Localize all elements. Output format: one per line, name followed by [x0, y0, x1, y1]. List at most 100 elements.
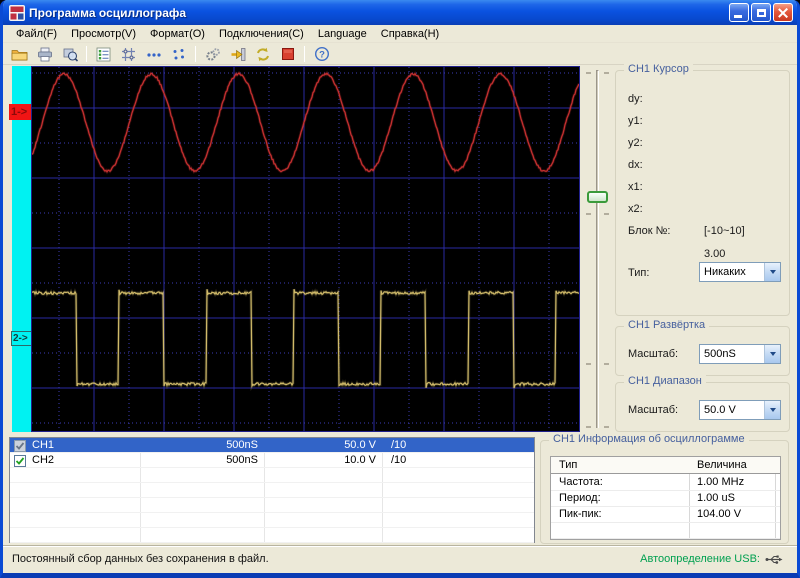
info-empty-row: [551, 523, 780, 539]
info-col-value: Величина: [697, 459, 747, 471]
slider-tick: [604, 72, 609, 74]
ch1-info-panel: CH1 Информация об осциллограмме Тип Вели…: [540, 440, 789, 544]
info-label: Пик-пик:: [559, 508, 602, 520]
slider-tick: [586, 426, 591, 428]
ch1-cursor-title: CH1 Курсор: [624, 63, 693, 75]
ch1-position-marker[interactable]: 1->: [9, 104, 31, 120]
vertical-position-slider[interactable]: [581, 66, 614, 432]
channel-sweep: 500nS: [150, 439, 258, 451]
slider-tick: [604, 426, 609, 428]
info-row-frequency: Частота: 1.00 MHz: [551, 475, 780, 491]
table-empty-row: [10, 528, 534, 543]
table-row-ch2[interactable]: CH2 500nS 10.0 V /10: [10, 453, 534, 468]
channel-name: CH2: [32, 454, 54, 466]
svg-text:?: ?: [319, 49, 325, 60]
grid-icon: [121, 47, 136, 62]
open-folder-icon: [11, 47, 28, 62]
cursor-x2-label: x2:: [628, 203, 643, 215]
table-empty-row: [10, 498, 534, 513]
cursor-y2-label: y2:: [628, 137, 643, 149]
sweep-scale-dropdown[interactable]: 500nS: [699, 344, 781, 364]
print-icon: [37, 47, 53, 62]
slider-tick: [586, 72, 591, 74]
channels-table: CH1 500nS 50.0 V /10 CH2 500nS 10.0 V /1…: [9, 437, 535, 543]
close-icon: [778, 8, 788, 18]
cursor-type-value: Никаких: [700, 263, 764, 281]
stop-button[interactable]: [276, 45, 299, 64]
toolbar: ?: [3, 44, 797, 65]
slider-tick: [586, 213, 591, 215]
channel-list-button[interactable]: [92, 45, 115, 64]
checklist-icon: [96, 47, 111, 62]
window-title: Программа осциллографа: [29, 6, 729, 20]
print-button[interactable]: [33, 45, 56, 64]
menu-item-file[interactable]: Файл(F): [9, 26, 64, 42]
chevron-down-icon: [770, 270, 776, 274]
slider-thumb[interactable]: [587, 191, 608, 203]
ch1-sweep-panel: CH1 Развёртка Масштаб: 500nS: [615, 326, 790, 376]
table-empty-row: [10, 468, 534, 483]
title-bar: Программа осциллографа: [3, 0, 797, 25]
channel-range: 10.0 V: [268, 454, 376, 466]
range-scale-value: 50.0 V: [700, 401, 764, 419]
help-button[interactable]: ?: [310, 45, 333, 64]
ch2-position-marker[interactable]: 2->: [11, 331, 32, 346]
cursor-y1-label: y1:: [628, 115, 643, 127]
dropdown-button[interactable]: [764, 263, 780, 281]
open-file-button[interactable]: [8, 45, 31, 64]
channel-sweep: 500nS: [150, 454, 258, 466]
cursor-x1-label: x1:: [628, 181, 643, 193]
maximize-icon: [757, 9, 766, 17]
info-row-peak: Пик-пик: 104.00 V: [551, 507, 780, 523]
slider-tick: [586, 363, 591, 365]
settings-button[interactable]: [201, 45, 224, 64]
cursor-dy-label: dy:: [628, 93, 643, 105]
minimize-icon: [734, 15, 742, 18]
gears-icon: [205, 47, 221, 62]
dropdown-button[interactable]: [764, 401, 780, 419]
sweep-scale-label: Масштаб:: [628, 348, 678, 360]
ch1-cursor-panel: CH1 Курсор dy: y1: y2: dx: x1: x2: Блок …: [615, 70, 790, 316]
oscilloscope-display: [31, 66, 580, 432]
menu-item-help[interactable]: Справка(H): [374, 26, 446, 42]
menu-item-language[interactable]: Language: [311, 26, 374, 42]
minimize-button[interactable]: [729, 3, 749, 22]
info-table-header: Тип Величина: [551, 457, 780, 474]
channel-probe: /10: [391, 439, 406, 451]
info-label: Частота:: [559, 476, 603, 488]
maximize-button[interactable]: [751, 3, 771, 22]
app-window: Программа осциллографа Файл(F) Просмотр(…: [0, 0, 800, 578]
table-empty-row: [10, 513, 534, 528]
info-value: 104.00 V: [697, 508, 741, 520]
connect-button[interactable]: [226, 45, 249, 64]
toolbar-separator: [195, 46, 196, 62]
ch1-range-title: CH1 Диапазон: [624, 375, 706, 387]
measure-dots-button[interactable]: [142, 45, 165, 64]
dots-horizontal-icon: [146, 47, 162, 62]
toolbar-separator: [86, 46, 87, 62]
ch1-checkbox[interactable]: [14, 440, 26, 452]
sweep-scale-value: 500nS: [700, 345, 764, 363]
info-col-type: Тип: [559, 459, 577, 471]
grid-button[interactable]: [117, 45, 140, 64]
menu-item-connections[interactable]: Подключения(C): [212, 26, 311, 42]
usb-icon: [765, 554, 783, 565]
print-preview-button[interactable]: [58, 45, 81, 64]
ch2-checkbox[interactable]: [14, 455, 26, 467]
status-message: Постоянный сбор данных без сохранения в …: [12, 553, 269, 565]
print-preview-icon: [62, 47, 78, 62]
connect-icon: [230, 47, 246, 62]
cursor-type-dropdown[interactable]: Никаких: [699, 262, 781, 282]
refresh-button[interactable]: [251, 45, 274, 64]
dropdown-button[interactable]: [764, 345, 780, 363]
slider-track[interactable]: [596, 70, 599, 428]
menu-item-view[interactable]: Просмотр(V): [64, 26, 143, 42]
table-row-ch1[interactable]: CH1 500nS 50.0 V /10: [10, 438, 534, 453]
menu-item-format[interactable]: Формат(O): [143, 26, 212, 42]
range-scale-dropdown[interactable]: 50.0 V: [699, 400, 781, 420]
close-button[interactable]: [773, 3, 793, 22]
scatter-button[interactable]: [167, 45, 190, 64]
channel-range: 50.0 V: [268, 439, 376, 451]
stop-icon: [281, 47, 295, 61]
status-bar: Постоянный сбор данных без сохранения в …: [3, 545, 797, 572]
